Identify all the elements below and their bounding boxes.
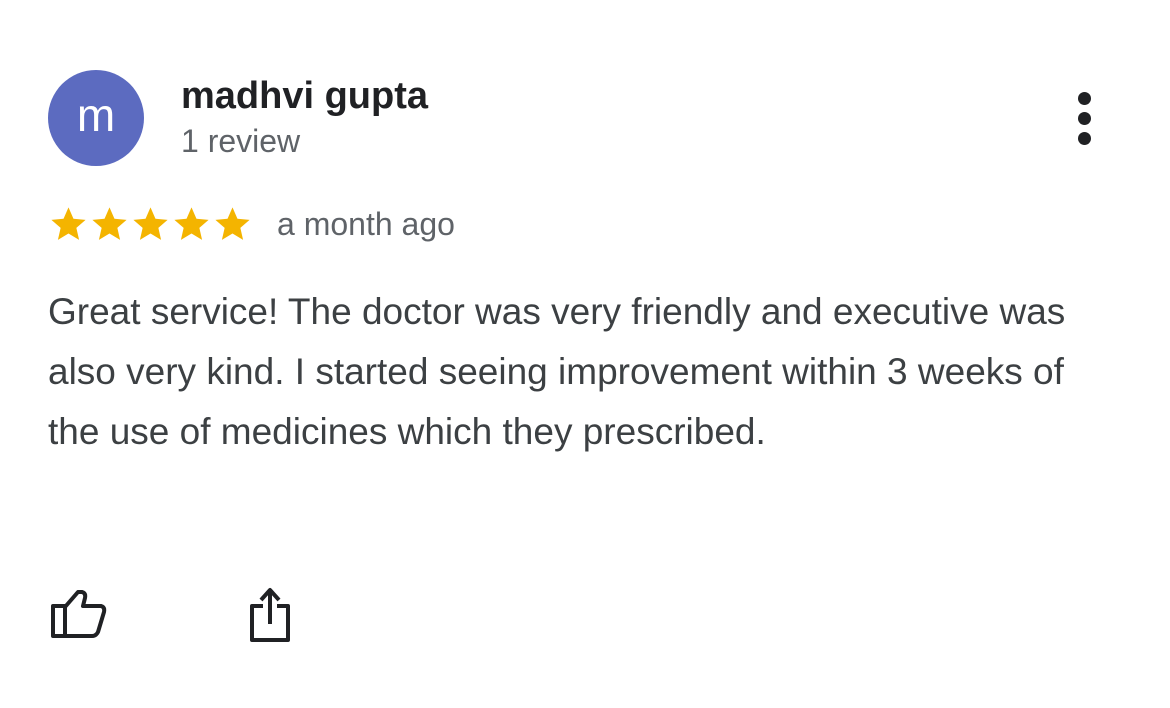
star-icon (174, 206, 209, 240)
review-text: Great service! The doctor was very frien… (48, 291, 1066, 452)
star-rating (48, 204, 253, 245)
star-icon (51, 206, 86, 240)
more-options-button[interactable] (1064, 88, 1108, 152)
avatar-initial: m (76, 89, 116, 141)
star-icon (92, 206, 127, 240)
avatar[interactable]: m (48, 70, 144, 166)
like-button[interactable] (48, 584, 108, 644)
star-icon (215, 206, 250, 240)
review-date: a month ago (277, 205, 455, 242)
author-review-count[interactable]: 1 review (181, 123, 300, 160)
share-button[interactable] (240, 584, 300, 644)
author-name[interactable]: madhvi gupta (181, 75, 428, 118)
star-icon (133, 206, 168, 240)
review-card: m madhvi gupta 1 review a month ago Grea… (0, 0, 1170, 708)
thumbs-up-icon (51, 590, 107, 638)
rating-row: a month ago (48, 200, 455, 248)
share-icon (250, 588, 290, 642)
